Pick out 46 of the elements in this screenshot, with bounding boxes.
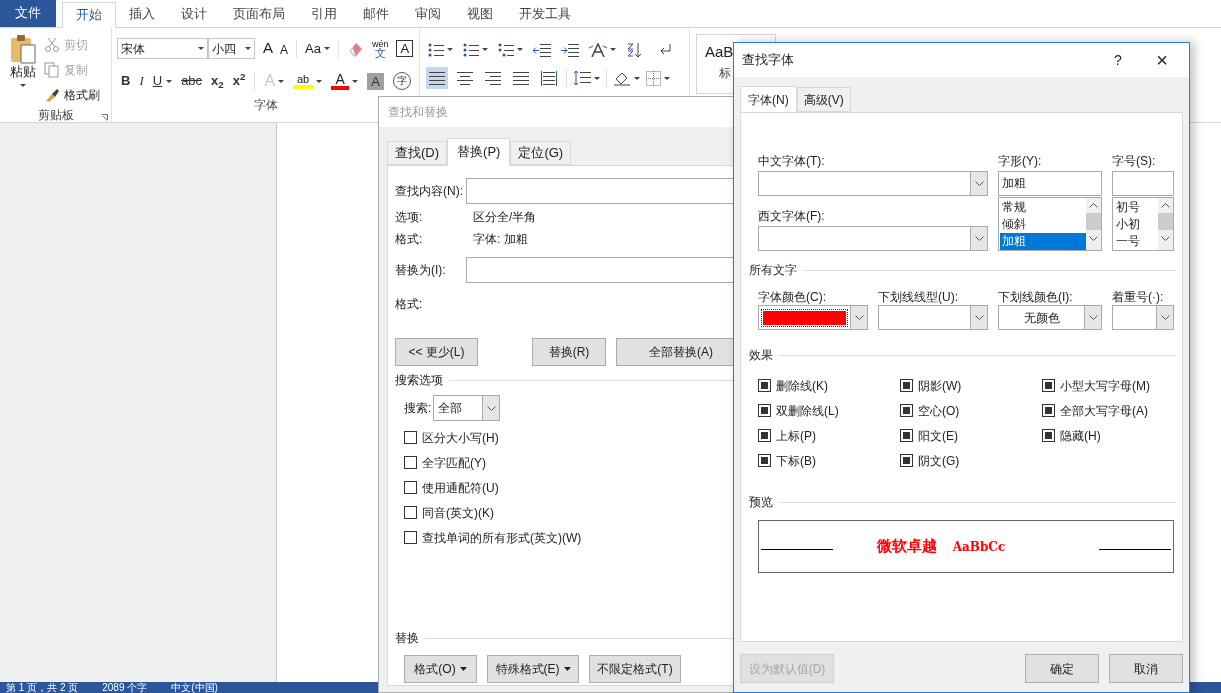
field-label: 格式:: [395, 296, 424, 313]
preview-text: 微软卓越: [876, 536, 937, 558]
checkbox-label: 区分大小写(H): [422, 429, 499, 447]
checkbox-label: 同音(英文)(K): [422, 504, 494, 522]
checkbox-label: 阳文(E): [918, 427, 958, 445]
status-text: 中文(中国): [171, 682, 218, 693]
section-title: 搜索选项: [395, 372, 443, 389]
field-label: 字体颜色(C):: [758, 289, 827, 305]
checkbox-label: 全字匹配(Y): [422, 454, 486, 472]
section-title: 预览: [749, 494, 773, 511]
checkbox-label: 全部大写字母(A): [1060, 402, 1148, 420]
field-label: 搜索:: [404, 400, 432, 417]
checkbox-label: 阴文(G): [918, 452, 960, 470]
checkbox-label: 下标(B): [776, 452, 816, 470]
preview-text: AaBbCc: [952, 538, 1006, 556]
section-title: 替换: [395, 630, 419, 647]
checkbox-label: 小型大写字母(M): [1060, 377, 1150, 395]
checkbox-label: 隐藏(H): [1060, 427, 1101, 445]
field-label: 查找内容(N):: [395, 183, 464, 200]
field-label: 西文字体(F):: [758, 208, 826, 225]
section-title: 所有文字: [749, 262, 797, 279]
checkbox-label: 阴影(W): [918, 377, 962, 395]
checkbox-label: 使用通配符(U): [422, 479, 499, 497]
checkbox-label: 删除线(K): [776, 377, 828, 395]
field-label: 字号(S):: [1112, 153, 1157, 170]
field-label: 下划线颜色(I):: [998, 289, 1074, 305]
format-value: 字体: 加粗: [473, 231, 528, 248]
checkbox-label: 空心(O): [918, 402, 960, 420]
checkbox-label: 查找单词的所有形式(英文)(W): [422, 529, 582, 547]
field-label: 着重号(·):: [1112, 289, 1165, 305]
field-label: 替换为(I):: [395, 262, 447, 279]
group-label: 字体: [253, 97, 278, 114]
section-title: 效果: [749, 347, 773, 364]
option-value: 区分全/半角: [473, 209, 537, 226]
field-label: 中文字体(T):: [758, 153, 826, 170]
field-label: 格式:: [395, 231, 424, 248]
checkbox-label: 双删除线(L): [776, 402, 839, 420]
group-label: 剪贴板: [37, 107, 74, 124]
field-label: 下划线线型(U):: [878, 289, 959, 305]
field-label: 选项:: [395, 209, 424, 226]
dialog-title: 查找和替换: [388, 104, 448, 121]
dialog-title: 查找字体: [742, 51, 795, 70]
checkbox-label: 上标(P): [776, 427, 816, 445]
status-text: 第 1 页，共 2 页: [6, 682, 79, 693]
status-text: 2089 个字: [102, 682, 148, 693]
field-label: 字形(Y):: [998, 153, 1043, 170]
